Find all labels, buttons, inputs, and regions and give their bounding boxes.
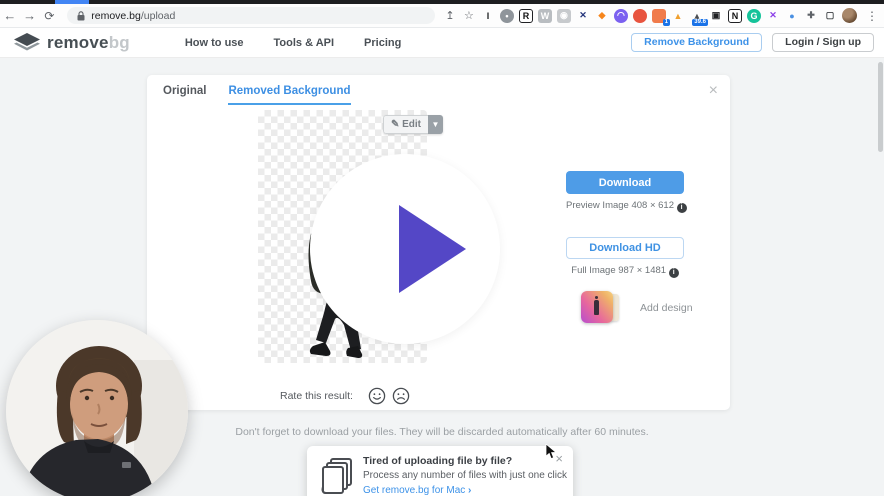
site-header: removebg How to use Tools & API Pricing … (0, 28, 884, 58)
logo-diamond-icon (14, 33, 40, 51)
result-tab[interactable]: Original (163, 85, 206, 105)
extension-badge: 39.6 (692, 18, 708, 26)
chevron-right-icon: › (468, 485, 472, 496)
download-button[interactable]: Download (566, 171, 684, 194)
nav-link[interactable]: How to use (185, 37, 244, 49)
logo-text: removebg (47, 32, 130, 52)
remove-background-button[interactable]: Remove Background (631, 33, 763, 52)
edit-dropdown-caret[interactable]: ▼ (428, 115, 443, 134)
download-hd-caption: Full Image 987 × 1481 i (566, 265, 684, 278)
extension-icon[interactable]: N (727, 8, 742, 23)
share-icon[interactable]: ↥ (443, 9, 457, 22)
nav-link[interactable]: Tools & API (274, 37, 335, 49)
info-icon[interactable]: i (676, 203, 687, 213)
info-icon[interactable]: i (668, 268, 679, 278)
popup-mac-link[interactable]: Get remove.bg for Mac › (363, 485, 561, 496)
add-design-label: Add design (640, 301, 693, 314)
extension-icon[interactable]: R (518, 8, 533, 23)
stacked-files-icon (321, 458, 352, 494)
extension-icon[interactable]: ◉ (556, 8, 571, 23)
extension-icon[interactable]: ● (785, 9, 799, 23)
extension-icon[interactable]: ▲ 39.6 (690, 9, 708, 26)
mouse-cursor (545, 444, 557, 460)
extension-badge: 1 (662, 18, 670, 26)
extension-icon[interactable]: ▣ (708, 8, 723, 23)
browser-menu-icon[interactable]: ⋮ (866, 9, 878, 23)
video-play-overlay[interactable] (310, 154, 500, 344)
result-tabs: Original Removed Background (163, 85, 351, 105)
reload-icon[interactable]: ⟳ (40, 5, 60, 27)
screenshot-root: ← → ⟳ remove.bg/upload ↥ ☆ I • R W ◉ ✕ ◆… (0, 0, 884, 496)
edit-button-label: ✎ Edit (382, 115, 428, 134)
extension-icon[interactable]: 1 (651, 8, 670, 26)
extension-icon[interactable]: I (481, 9, 495, 23)
edit-button[interactable]: ✎ Edit ▼ (382, 115, 443, 134)
result-tab[interactable]: Removed Background (228, 85, 351, 105)
download-column: Download Preview Image 408 × 612 i Downl… (566, 171, 687, 278)
browser-toolbar: ← → ⟳ remove.bg/upload ↥ ☆ I • R W ◉ ✕ ◆… (0, 4, 884, 28)
page-main: Original Removed Background × ✎ Edit ▼ D… (0, 58, 884, 496)
extension-icon[interactable]: ▢ (823, 9, 837, 23)
scrollbar-thumb[interactable] (878, 62, 883, 152)
popup-body: Process any number of files with just on… (363, 470, 567, 481)
download-caption: Preview Image 408 × 612 i (566, 200, 687, 213)
rate-happy-icon[interactable] (368, 387, 386, 405)
extension-icon[interactable]: ● (632, 8, 647, 23)
add-design-button[interactable]: Add design (581, 291, 693, 324)
presenter-webcam-bubble (6, 320, 188, 496)
extension-icon[interactable]: • (499, 8, 514, 23)
play-icon (399, 205, 466, 293)
extension-icon[interactable]: ✚ (804, 9, 818, 23)
back-icon[interactable]: ← (0, 5, 20, 27)
forward-icon[interactable]: → (20, 5, 40, 27)
rate-label: Rate this result: (280, 390, 353, 402)
site-nav: How to use Tools & API Pricing (185, 37, 401, 49)
extension-icon[interactable]: ◆ (595, 9, 609, 23)
download-hd-button[interactable]: Download HD (566, 237, 684, 259)
extension-icons-row: I • R W ◉ ✕ ◆ ◠ ● 1 ▲ ▲ 39.6 ▣ N G ✕ ● ✚… (481, 8, 837, 26)
url-path: /upload (140, 9, 176, 22)
bookmark-star-icon[interactable]: ☆ (462, 9, 476, 22)
removebg-logo[interactable]: removebg (14, 33, 130, 53)
rate-result-row: Rate this result: (280, 387, 410, 405)
login-signup-button[interactable]: Login / Sign up (772, 33, 874, 52)
popup-title: Tired of uploading file by file? (363, 455, 513, 467)
close-icon[interactable]: × (709, 83, 718, 99)
url-host: remove.bg (91, 9, 141, 22)
lock-icon (77, 10, 85, 20)
extension-icon[interactable]: W (537, 8, 552, 23)
design-thumbnail (581, 291, 627, 324)
nav-link[interactable]: Pricing (364, 37, 401, 49)
extension-icon[interactable]: ✕ (576, 9, 590, 23)
presenter-portrait (6, 320, 188, 496)
address-bar[interactable]: remove.bg/upload (67, 7, 435, 24)
extension-icon[interactable]: ◠ (613, 8, 628, 23)
tiny-person-icon (594, 296, 599, 315)
extension-icon[interactable]: G (746, 8, 761, 23)
rate-sad-icon[interactable] (392, 387, 410, 405)
extension-icon[interactable]: ✕ (766, 9, 780, 23)
browser-profile-avatar[interactable] (841, 8, 857, 23)
extension-icon[interactable]: ▲ (671, 9, 685, 23)
design-front-card (581, 291, 613, 323)
batch-upload-popup: × Tired of uploading file by file? Proce… (307, 446, 573, 496)
